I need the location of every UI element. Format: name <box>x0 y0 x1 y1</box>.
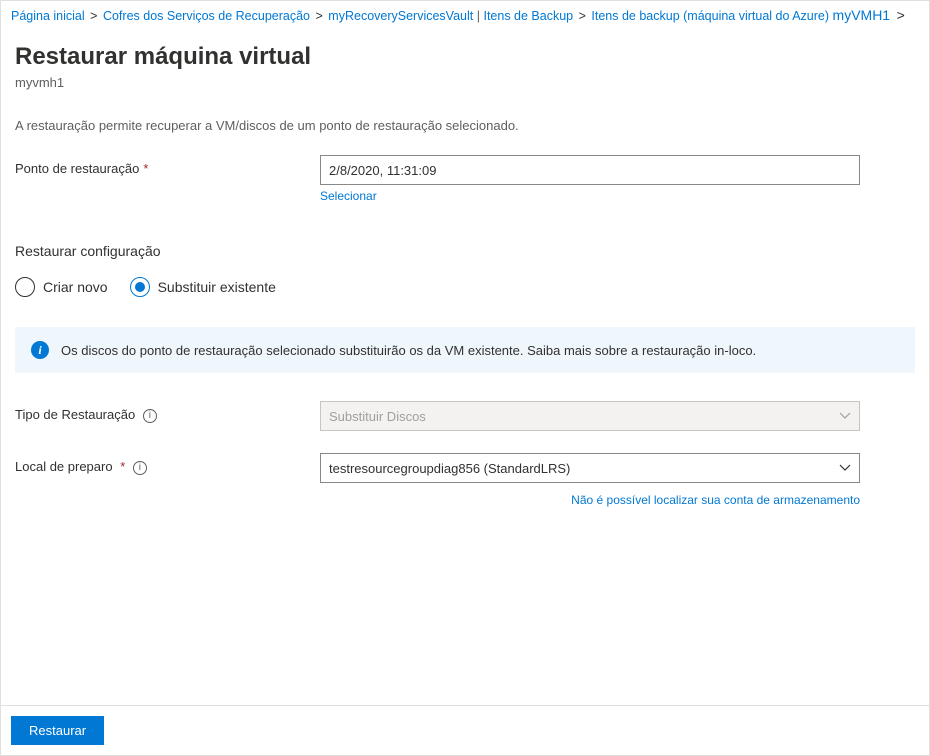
radio-icon <box>15 277 35 297</box>
staging-location-select[interactable]: testresourcegroupdiag856 (StandardLRS) <box>320 453 860 483</box>
radio-icon-selected <box>130 277 150 297</box>
page-subtitle: myvmh1 <box>15 75 915 90</box>
footer: Restaurar <box>1 705 929 755</box>
staging-location-value: testresourcegroupdiag856 (StandardLRS) <box>329 461 570 476</box>
breadcrumb: Página inicial > Cofres dos Serviços de … <box>1 1 929 27</box>
breadcrumb-sep: > <box>314 9 325 23</box>
breadcrumb-sep: > <box>88 9 99 23</box>
restore-button[interactable]: Restaurar <box>11 716 104 745</box>
info-banner: i Os discos do ponto de restauração sele… <box>15 327 915 373</box>
radio-create-new[interactable]: Criar novo <box>15 277 108 297</box>
radio-create-new-label: Criar novo <box>43 279 108 295</box>
breadcrumb-backup-items-type[interactable]: Itens de backup (máquina virtual do Azur… <box>591 9 829 23</box>
breadcrumb-vm-name[interactable]: myVMH1 <box>833 7 891 23</box>
chevron-down-icon <box>839 464 851 472</box>
breadcrumb-sep: > <box>577 9 588 23</box>
storage-account-help-link[interactable]: Não é possível localizar sua conta de ar… <box>571 493 860 507</box>
restore-point-label: Ponto de restauração* <box>15 155 320 176</box>
page-description: A restauração permite recuperar a VM/dis… <box>15 118 915 133</box>
info-tooltip-icon[interactable]: i <box>133 461 147 475</box>
breadcrumb-chevron-right-icon: > <box>894 7 905 23</box>
breadcrumb-vaults[interactable]: Cofres dos Serviços de Recuperação <box>103 9 310 23</box>
chevron-down-icon <box>839 412 851 420</box>
page-title: Restaurar máquina virtual <box>15 43 915 71</box>
breadcrumb-backup-items[interactable]: Itens de Backup <box>483 9 573 23</box>
info-icon: i <box>31 341 49 359</box>
radio-replace-existing[interactable]: Substituir existente <box>130 277 276 297</box>
radio-replace-existing-label: Substituir existente <box>158 279 276 295</box>
restore-config-radio-group: Criar novo Substituir existente <box>15 277 915 297</box>
info-tooltip-icon[interactable]: i <box>143 409 157 423</box>
staging-location-label: Local de preparo * i <box>15 453 320 475</box>
restore-type-value: Substituir Discos <box>329 409 426 424</box>
restore-type-select: Substituir Discos <box>320 401 860 431</box>
breadcrumb-vault-name[interactable]: myRecoveryServicesVault <box>328 9 473 23</box>
select-restore-point-link[interactable]: Selecionar <box>320 189 377 203</box>
restore-config-heading: Restaurar configuração <box>15 243 915 259</box>
restore-point-input[interactable] <box>320 155 860 185</box>
restore-type-label: Tipo de Restauração i <box>15 401 320 423</box>
required-icon: * <box>143 161 148 176</box>
info-message: Os discos do ponto de restauração seleci… <box>61 343 756 358</box>
required-icon: * <box>120 459 125 474</box>
breadcrumb-home[interactable]: Página inicial <box>11 9 85 23</box>
